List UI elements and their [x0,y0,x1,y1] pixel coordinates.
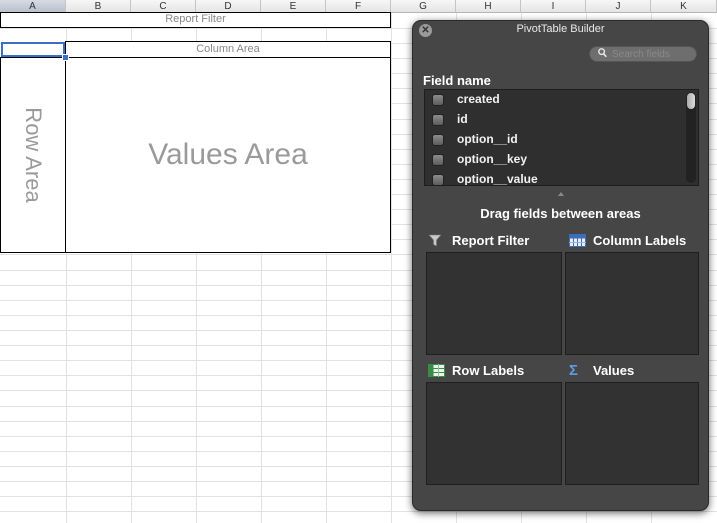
field-item-option-key[interactable]: option__key [425,150,683,170]
column-header-g[interactable]: G [391,0,456,13]
column-header-k[interactable]: K [651,0,717,13]
field-name-header: Field name [423,73,491,88]
filter-icon [428,234,444,247]
grid-line-vertical [391,13,392,523]
report-filter-label: Report Filter [452,233,530,248]
fill-handle[interactable] [62,54,69,61]
field-label: option__value [457,172,538,186]
field-label: option__id [457,132,518,146]
field-item-option-value[interactable]: option__value [425,170,683,186]
resize-grip-icon[interactable] [558,191,564,198]
field-checkbox[interactable] [432,134,444,146]
column-header-h[interactable]: H [456,0,521,13]
field-checkbox[interactable] [432,94,444,106]
report-filter-drop-zone[interactable] [426,252,562,355]
search-input[interactable] [612,47,692,61]
selected-cell[interactable] [1,42,65,57]
field-item-created[interactable]: created [425,90,683,110]
column-labels-icon [569,234,586,247]
values-label: Values [593,363,635,378]
column-labels-drop-zone[interactable] [565,252,699,355]
report-filter-area[interactable]: Report Filter [0,12,391,28]
pivottable-builder-panel[interactable]: ✕ PivotTable Builder Field name created … [412,20,709,511]
row-labels-icon [428,364,445,377]
drag-hint: Drag fields between areas [480,206,641,221]
field-checkbox[interactable] [432,154,444,166]
row-labels-drop-zone[interactable] [426,382,562,485]
values-area-label: Values Area [148,138,308,171]
field-item-id[interactable]: id [425,110,683,130]
values-drop-zone[interactable] [565,382,699,485]
column-header-i[interactable]: I [521,0,586,13]
scrollbar-thumb[interactable] [687,93,695,109]
row-area-label: Row Area [20,107,46,203]
field-list-scrollbar[interactable] [686,92,696,183]
field-label: id [457,112,468,126]
column-area[interactable]: Column Area [65,41,391,58]
search-icon [598,48,607,61]
field-checkbox[interactable] [432,174,444,185]
field-label: created [457,92,500,106]
panel-title: PivotTable Builder [516,23,605,35]
field-list[interactable]: created id option__id option__key option… [424,89,699,186]
column-header-j[interactable]: J [586,0,651,13]
field-checkbox[interactable] [432,114,444,126]
field-label: option__key [457,152,528,166]
sigma-icon: Σ [569,362,579,379]
grid-line-horizontal [0,511,717,512]
field-item-option-id[interactable]: option__id [425,130,683,150]
row-area-label-wrap: Row Area [0,58,65,252]
search-field[interactable] [589,46,697,62]
column-labels-label: Column Labels [593,233,687,248]
row-labels-label: Row Labels [452,363,525,378]
